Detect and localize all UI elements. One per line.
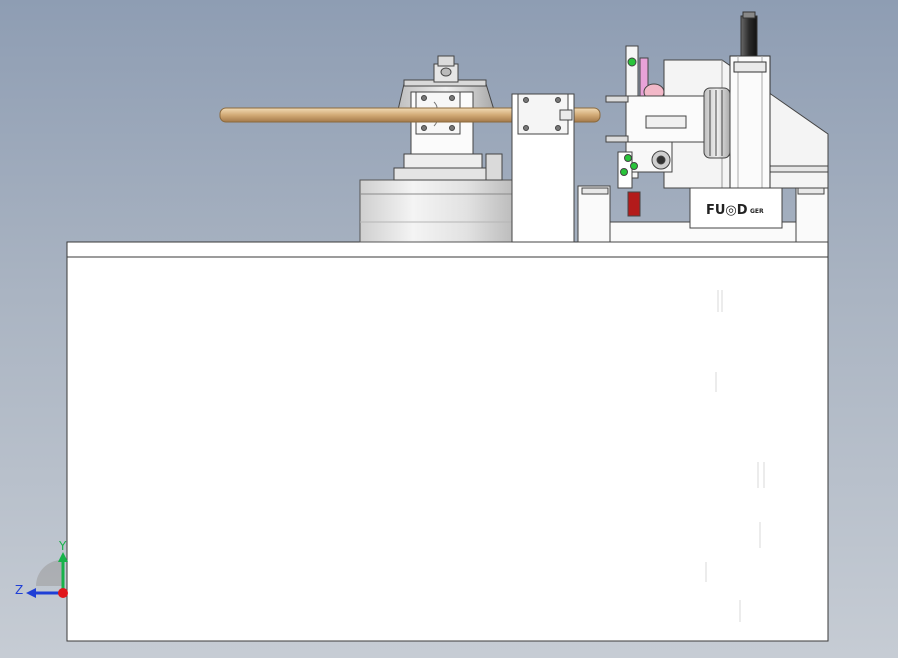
z-axis-label: Z xyxy=(15,583,23,597)
brand-label-main: FU◎D xyxy=(706,203,748,218)
y-axis-label: Y xyxy=(58,539,67,553)
red-sensor xyxy=(627,191,641,217)
indicator-light xyxy=(620,168,628,176)
rotary-drum xyxy=(359,179,513,243)
x-axis-origin xyxy=(58,588,68,598)
indicator-light xyxy=(630,162,638,170)
indicator-light xyxy=(624,154,632,162)
base-table-body xyxy=(66,256,829,642)
cad-viewport[interactable]: FU◎D GER Y Z xyxy=(0,0,898,658)
center-support-block xyxy=(511,93,575,243)
base-table xyxy=(66,241,829,642)
base-table-top-plate xyxy=(66,241,829,258)
coordinate-triad: Y Z xyxy=(15,539,68,598)
brand-label-small: GER xyxy=(750,208,764,215)
brand-nameplate: FU◎D GER xyxy=(689,187,783,229)
drive-wheel-stack xyxy=(703,87,731,159)
indicator-light xyxy=(627,57,637,67)
vertical-actuator xyxy=(729,11,771,189)
